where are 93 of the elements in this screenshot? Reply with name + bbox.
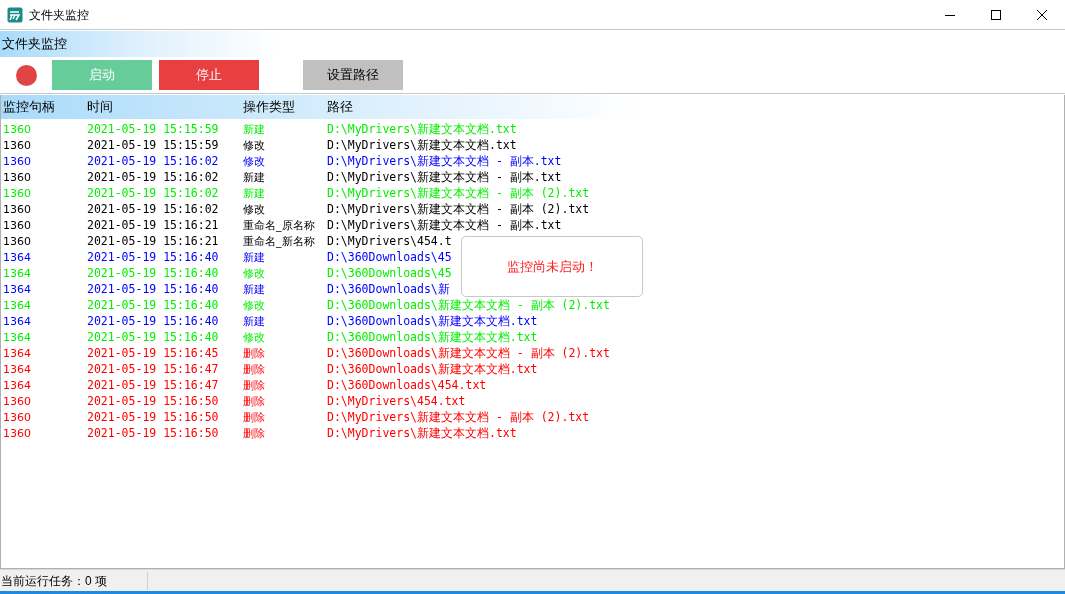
table-cell-text: D:\360Downloads\45 — [326, 265, 452, 283]
table-cell-text: 新建 — [242, 121, 266, 138]
table-cell-text: 1360 — [2, 201, 32, 218]
table-cell-text: 1360 — [2, 153, 32, 170]
table-cell-text: 2021-05-19 15:16:40 — [86, 249, 220, 267]
table-cell-text: D:\MyDrivers\新建文本文档 - 副本.txt — [326, 153, 562, 171]
table-cell-text: 2021-05-19 15:15:59 — [86, 137, 220, 155]
table-cell-text: 2021-05-19 15:16:47 — [86, 377, 220, 395]
table-cell-text: D:\MyDrivers\新建文本文档 - 副本.txt — [326, 217, 562, 235]
table-cell-text: 修改 — [242, 201, 266, 218]
table-cell-text: 1360 — [2, 425, 32, 442]
table-cell-text: D:\MyDrivers\新建文本文档 - 副本 (2).txt — [326, 185, 590, 203]
table-cell-text: 1364 — [2, 329, 32, 346]
table-cell-text: 1364 — [2, 345, 32, 362]
table-cell-text: 重命名_新名称 — [242, 233, 316, 250]
table-cell-text: 2021-05-19 15:16:40 — [86, 297, 220, 315]
table-cell-text: D:\MyDrivers\新建文本文档 - 副本.txt — [326, 169, 562, 187]
table-cell-text: D:\MyDrivers\新建文本文档.txt — [326, 137, 517, 155]
table-cell-text: 1364 — [2, 281, 32, 298]
table-cell-text: D:\360Downloads\新建文本文档.txt — [326, 313, 538, 331]
table-cell-text: D:\360Downloads\新 — [326, 281, 450, 299]
column-header[interactable]: 时间 — [85, 97, 241, 117]
toast-message: 监控尚未启动！ — [506, 257, 598, 276]
table-cell-text: 1360 — [2, 169, 32, 186]
table-cell-text: D:\360Downloads\新建文本文档 - 副本 (2).txt — [326, 345, 610, 363]
table-cell-text: 1364 — [2, 361, 32, 378]
table-cell-text: D:\MyDrivers\新建文本文档 - 副本 (2).txt — [326, 409, 590, 427]
table-cell-text: D:\MyDrivers\454.txt — [326, 393, 466, 411]
column-header[interactable]: 监控句柄 — [1, 97, 85, 117]
table-cell-text: 2021-05-19 15:16:50 — [86, 393, 220, 411]
table-cell-text: D:\MyDrivers\454.t — [326, 233, 452, 251]
app-icon — [7, 6, 23, 23]
table-cell-text: 2021-05-19 15:16:02 — [86, 153, 220, 171]
table-cell-text: 1364 — [2, 249, 32, 266]
stop-button[interactable]: 停止 — [159, 60, 259, 90]
close-icon — [1037, 9, 1047, 20]
table-cell-text: 新建 — [242, 249, 266, 266]
table-cell-text: 修改 — [242, 137, 266, 154]
table-cell-text: D:\360Downloads\新建文本文档 - 副本 (2).txt — [326, 297, 610, 315]
table-cell-text: 2021-05-19 15:16:47 — [86, 361, 220, 379]
table-cell-text: 1360 — [2, 121, 32, 138]
section-title: 文件夹监控 — [1, 35, 67, 54]
table-cell-text: D:\MyDrivers\新建文本文档.txt — [326, 425, 517, 443]
set-path-button[interactable]: 设置路径 — [303, 60, 403, 90]
table-cell-text: 修改 — [242, 153, 266, 170]
table-cell-text: 1364 — [2, 313, 32, 330]
maximize-icon — [991, 9, 1001, 20]
table-cell-text: 1364 — [2, 265, 32, 282]
table-cell-text: D:\360Downloads\新建文本文档.txt — [326, 329, 538, 347]
table-cell-text: 2021-05-19 15:16:02 — [86, 169, 220, 187]
table-cell-text: 2021-05-19 15:16:02 — [86, 185, 220, 203]
table-cell-text: 重命名_原名称 — [242, 217, 316, 234]
table-cell-text: 2021-05-19 15:16:21 — [86, 217, 220, 235]
table-cell-text: 1364 — [2, 297, 32, 314]
table-cell-text: 2021-05-19 15:15:59 — [86, 121, 220, 139]
table-cell-text: 2021-05-19 15:16:50 — [86, 409, 220, 427]
table-cell-text: D:\360Downloads\454.txt — [326, 377, 487, 395]
table-cell-text: 删除 — [242, 345, 266, 362]
table-cell-text: 1360 — [2, 409, 32, 426]
table-cell-text: 删除 — [242, 377, 266, 394]
table-cell-text: 2021-05-19 15:16:40 — [86, 313, 220, 331]
table-cell-text: 删除 — [242, 393, 266, 410]
table-cell-text: 2021-05-19 15:16:45 — [86, 345, 220, 363]
table-cell-text: D:\MyDrivers\新建文本文档 - 副本 (2).txt — [326, 201, 590, 219]
table-cell-text: D:\360Downloads\45 — [326, 249, 452, 267]
table-cell-text: 删除 — [242, 409, 266, 426]
table-cell-text: 2021-05-19 15:16:40 — [86, 265, 220, 283]
table-cell-text: 删除 — [242, 425, 266, 442]
table-cell-text: 1364 — [2, 377, 32, 394]
table-cell-text: 修改 — [242, 297, 266, 314]
table-cell-text: 1360 — [2, 137, 32, 154]
table-cell-text: 新建 — [242, 313, 266, 330]
table-cell-text: 1360 — [2, 217, 32, 234]
table-cell-text: 新建 — [242, 281, 266, 298]
column-header[interactable]: 操作类型 — [241, 97, 325, 117]
table-cell-text: D:\360Downloads\新建文本文档.txt — [326, 361, 538, 379]
table-cell-text: 新建 — [242, 169, 266, 186]
table-cell-text: 新建 — [242, 185, 266, 202]
table-cell-text: 1360 — [2, 233, 32, 250]
table-cell-text: 1360 — [2, 185, 32, 202]
table-cell-text: 2021-05-19 15:16:50 — [86, 425, 220, 443]
window-title: 文件夹监控 — [29, 6, 89, 24]
table-cell-text: D:\MyDrivers\新建文本文档.txt — [326, 121, 517, 139]
table-cell-text: 2021-05-19 15:16:40 — [86, 329, 220, 347]
table-cell-text: 2021-05-19 15:16:21 — [86, 233, 220, 251]
table-cell-text: 修改 — [242, 329, 266, 346]
table-cell-text: 1360 — [2, 393, 32, 410]
table-cell-text: 修改 — [242, 265, 266, 282]
status-text: 当前运行任务：0 项 — [0, 571, 148, 590]
column-header[interactable]: 路径 — [325, 97, 353, 117]
table-cell-text: 2021-05-19 15:16:02 — [86, 201, 220, 219]
table-cell-text: 删除 — [242, 361, 266, 378]
table-cell-text: 2021-05-19 15:16:40 — [86, 281, 220, 299]
